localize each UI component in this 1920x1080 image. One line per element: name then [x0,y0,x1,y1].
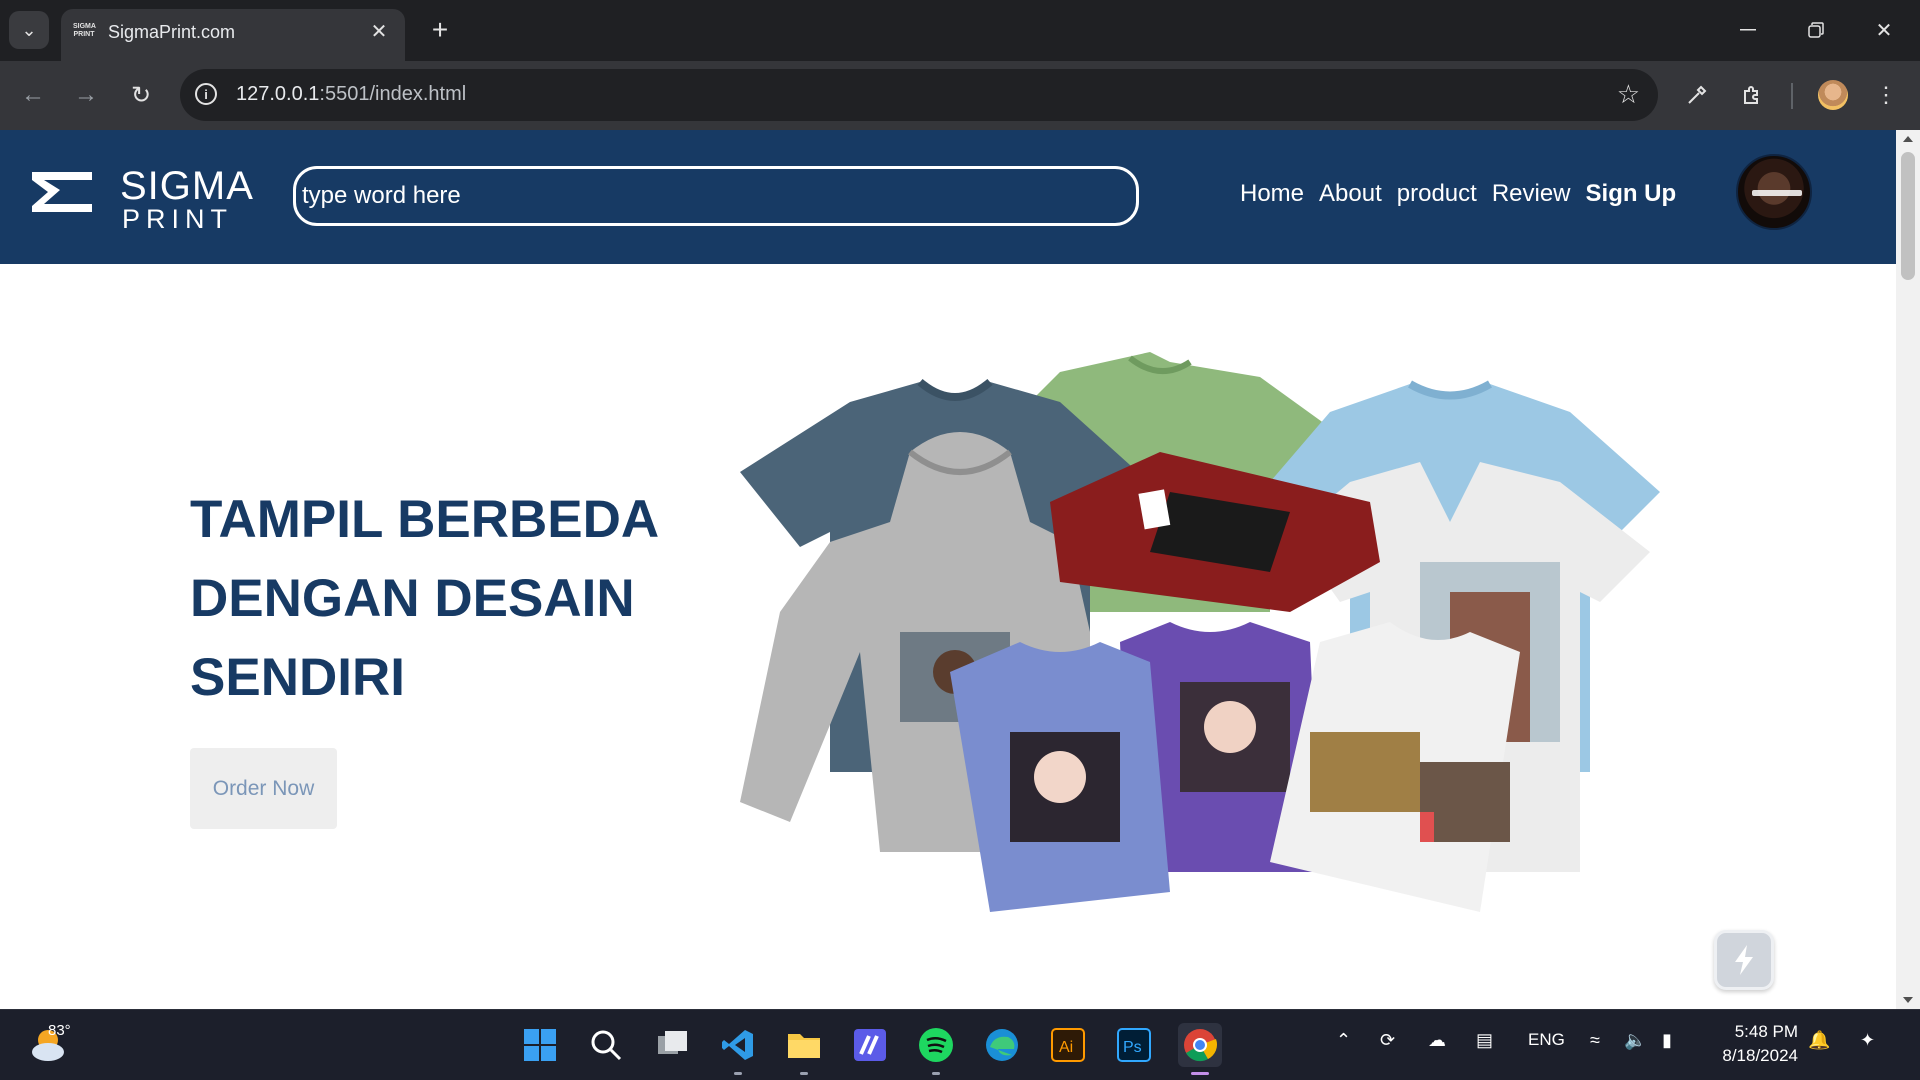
nav-home[interactable]: Home [1240,180,1304,208]
page-viewport: SIGMA PRINT Home About product Review Si… [0,130,1896,1009]
clock-date[interactable]: 8/18/2024 [1710,1046,1798,1066]
reload-icon: ↻ [130,81,152,109]
start-button[interactable] [518,1023,562,1067]
volume-icon[interactable]: 🔈 [1624,1030,1646,1051]
sync-icon[interactable]: ⟳ [1380,1030,1395,1051]
address-bar[interactable]: i 127.0.0.1:5501/index.html ☆ [180,69,1658,121]
hero-title-line: DENGAN DESAIN [190,569,635,628]
browser-toolbar: ← → ↻ i 127.0.0.1:5501/index.html ☆ ⋮ [0,61,1920,130]
wifi-icon[interactable]: ≈ [1590,1030,1600,1051]
tab-title: SigmaPrint.com [108,22,236,42]
hero-title-line: SENDIRI [190,648,405,707]
close-icon: ✕ [1875,19,1893,42]
reload-button[interactable]: ↻ [121,75,161,115]
close-tab-icon[interactable]: ✕ [365,17,393,45]
windows-logo-icon [524,1029,556,1061]
linear-app[interactable] [848,1023,892,1067]
task-view-button[interactable] [650,1023,694,1067]
svg-text:Ai: Ai [1059,1039,1073,1056]
url-text[interactable]: 127.0.0.1:5501/index.html [236,83,466,106]
photoshop-icon: Ps [1117,1028,1151,1062]
assistant-widget-button[interactable] [1714,930,1774,990]
chevron-down-icon: ⌄ [21,19,37,40]
user-avatar[interactable] [1736,154,1812,230]
logo-text-print: PRINT [122,204,233,234]
avatar-caption [1752,190,1802,196]
hero-apparel-image [740,352,1660,912]
site-header: SIGMA PRINT Home About product Review Si… [0,130,1896,264]
tab-sigmaprint[interactable]: SIGMA PRINT SigmaPrint.com ✕ [61,9,405,61]
periwinkle-folded-tshirt-image [950,642,1170,912]
minimize-icon [1740,29,1756,31]
forward-button[interactable]: → [66,75,106,115]
arrow-right-icon: → [74,81,98,108]
nav-about[interactable]: About [1319,180,1382,208]
site-favicon-icon: SIGMA PRINT [73,23,96,38]
more-menu-icon[interactable]: ⋮ [1868,77,1904,113]
scroll-thumb[interactable] [1901,152,1915,280]
new-tab-button[interactable]: + [422,12,458,48]
search-button[interactable] [584,1023,628,1067]
toolbar-divider [1791,83,1793,109]
scroll-up-arrow-icon[interactable] [1903,136,1913,142]
battery-icon[interactable]: ▮ [1662,1030,1672,1051]
spotify-icon [919,1028,953,1062]
bookmark-star-icon[interactable]: ☆ [1617,79,1640,110]
nav-sign-up[interactable]: Sign Up [1586,180,1677,208]
restore-icon [1808,22,1824,38]
notification-bell-icon[interactable]: 🔔 [1808,1030,1830,1051]
weather-temperature: 83° [48,1022,71,1039]
linear-icon [854,1029,886,1061]
show-hidden-icons-chevron-up-icon[interactable]: ⌃ [1336,1030,1351,1051]
site-info-icon[interactable]: i [195,83,217,105]
profile-avatar[interactable] [1818,80,1848,110]
scroll-down-arrow-icon[interactable] [1903,997,1913,1003]
illustrator-app[interactable]: Ai [1046,1023,1090,1067]
chrome-app[interactable] [1178,1023,1222,1075]
copilot-icon[interactable]: ✦ [1860,1030,1875,1051]
windows-taskbar: 83° Ai Ps ⌃ ⟳ ☁ ▤ ENG ≈ 🔈 ▮ 5:48 PM 8/18… [0,1009,1920,1080]
sigma-print-logo[interactable]: SIGMA PRINT [30,164,253,234]
vscode-app[interactable] [716,1023,760,1075]
search-input[interactable] [293,166,1139,226]
logo-text-sigma: SIGMA [120,164,254,208]
arrow-left-icon: ← [21,81,45,108]
file-explorer-app[interactable] [782,1023,826,1075]
folder-icon [788,1034,820,1058]
illustrator-icon: Ai [1051,1028,1085,1062]
tab-strip: ⌄ SIGMA PRINT SigmaPrint.com ✕ + ✕ [0,0,1920,61]
edge-app[interactable] [980,1023,1024,1067]
edge-icon [986,1029,1018,1061]
main-nav: Home About product Review Sign Up [1240,180,1691,208]
task-view-icon [658,1031,687,1054]
search-icon [591,1030,622,1061]
minimize-button[interactable] [1726,10,1770,50]
nav-product[interactable]: product [1397,180,1477,208]
extensions-icon[interactable] [1734,77,1770,113]
language-indicator[interactable]: ENG [1528,1030,1565,1050]
order-now-button[interactable]: Order Now [190,748,337,829]
back-button[interactable]: ← [13,75,53,115]
photoshop-app[interactable]: Ps [1112,1023,1156,1067]
lightning-bolt-icon [1735,945,1753,975]
spotify-app[interactable] [914,1023,958,1075]
clock-time[interactable]: 5:48 PM [1728,1022,1798,1042]
chrome-icon [1184,1029,1218,1062]
hero-title: TAMPIL BERBEDA DENGAN DESAIN SENDIRI [190,480,710,717]
tab-search-button[interactable]: ⌄ [9,11,49,49]
logo-mark-icon [32,172,92,212]
onedrive-cloud-icon[interactable]: ☁ [1428,1030,1446,1051]
close-window-button[interactable]: ✕ [1862,10,1906,50]
hero-title-line: TAMPIL BERBEDA [190,490,660,549]
restore-button[interactable] [1794,10,1838,50]
battery-saver-icon[interactable]: ▤ [1476,1030,1493,1051]
svg-text:Ps: Ps [1123,1039,1142,1056]
vscode-icon [722,1030,753,1060]
nav-review[interactable]: Review [1492,180,1571,208]
eyedropper-icon[interactable] [1679,77,1715,113]
page-scrollbar[interactable] [1896,130,1920,1009]
